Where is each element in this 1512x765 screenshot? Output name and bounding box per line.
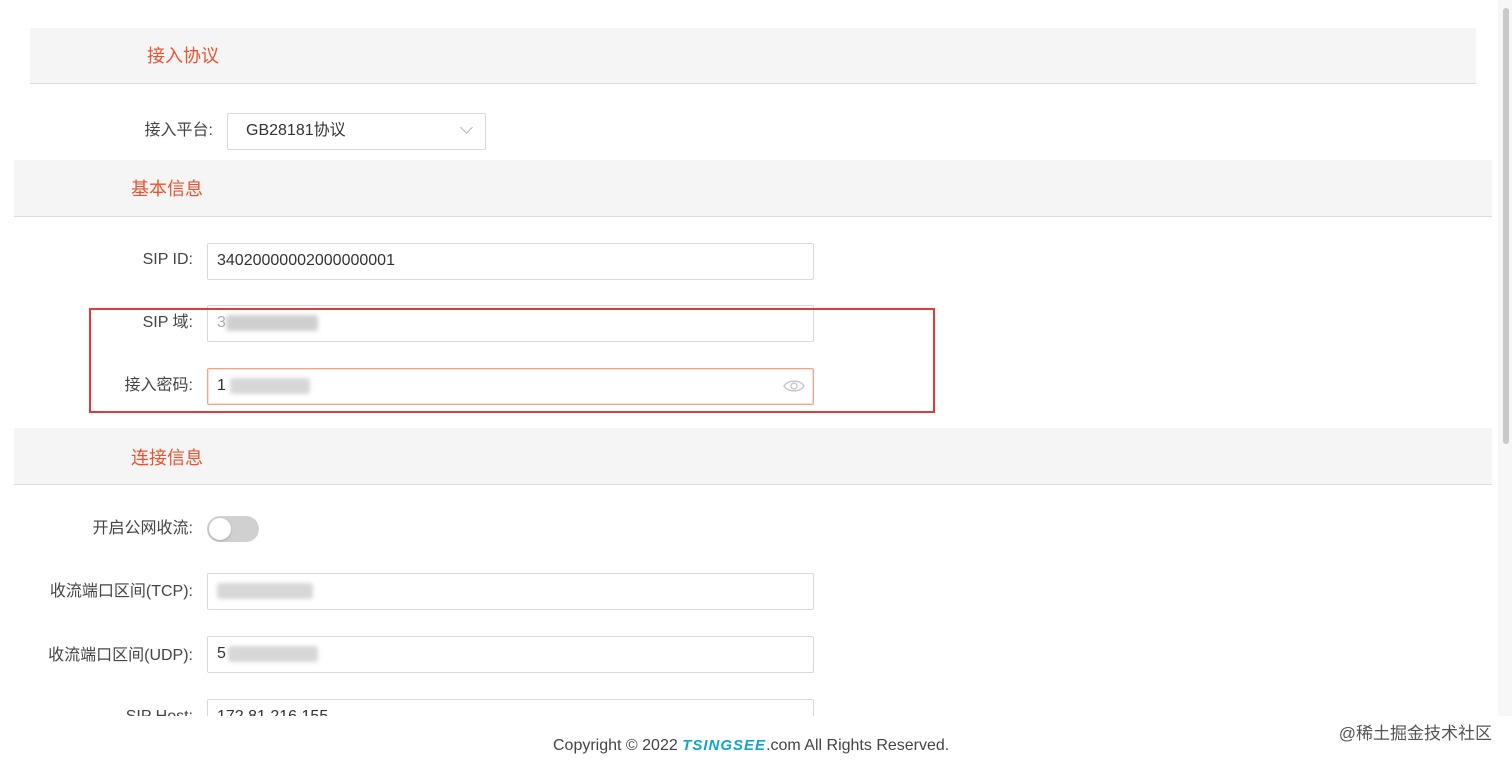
toggle-knob — [209, 518, 231, 540]
highlight-annotation — [89, 308, 935, 413]
public-stream-label: 开启公网收流: — [92, 520, 193, 537]
udp-ports-label: 收流端口区间(UDP): — [48, 647, 193, 664]
brand-logo-text: TSINGSEE — [682, 737, 767, 754]
scrollbar[interactable] — [1498, 0, 1512, 716]
basic-section-header — [14, 160, 1492, 217]
connection-section-title: 连接信息 — [131, 448, 203, 468]
form-panel: 接入协议 接入平台: GB28181协议 基本信息 SIP ID: 340200… — [0, 0, 1512, 765]
udp-ports-input[interactable]: 5 — [207, 636, 814, 673]
platform-select-value: GB28181协议 — [246, 122, 346, 139]
platform-select[interactable]: GB28181协议 — [227, 113, 486, 150]
sip-id-label: SIP ID: — [142, 251, 193, 268]
copyright-text: Copyright © 2022 TSINGSEE.com All Rights… — [553, 737, 950, 754]
tcp-ports-input[interactable] — [207, 573, 814, 610]
sip-id-input[interactable]: 34020000002000000001 — [207, 243, 814, 280]
protocol-section-header — [30, 28, 1476, 84]
connection-section-header — [14, 428, 1492, 485]
basic-section-title: 基本信息 — [131, 179, 203, 199]
tcp-ports-label: 收流端口区间(TCP): — [49, 583, 193, 600]
udp-ports-value: 5 — [217, 645, 226, 662]
watermark: @稀土掘金技术社区 — [1338, 724, 1492, 743]
footer: Copyright © 2022 TSINGSEE.com All Rights… — [0, 716, 1512, 765]
chevron-down-icon — [460, 121, 473, 134]
scrollbar-thumb[interactable] — [1503, 8, 1509, 444]
protocol-section-title: 接入协议 — [147, 46, 219, 66]
redacted-text — [217, 582, 313, 599]
sip-id-value: 34020000002000000001 — [217, 252, 395, 269]
platform-label: 接入平台: — [144, 122, 213, 139]
public-stream-toggle[interactable] — [207, 516, 259, 542]
redacted-text — [227, 645, 318, 662]
